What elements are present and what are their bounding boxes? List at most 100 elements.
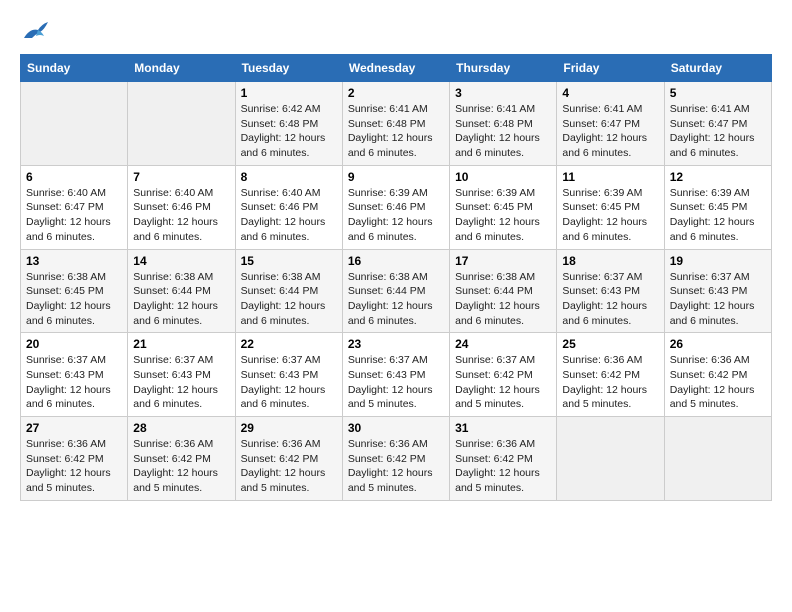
day-number: 20 — [26, 337, 122, 351]
day-info: Sunrise: 6:41 AM Sunset: 6:48 PM Dayligh… — [455, 102, 551, 161]
calendar-header-row: SundayMondayTuesdayWednesdayThursdayFrid… — [21, 55, 772, 82]
calendar-week-3: 13Sunrise: 6:38 AM Sunset: 6:45 PM Dayli… — [21, 249, 772, 333]
day-number: 5 — [670, 86, 766, 100]
col-header-thursday: Thursday — [450, 55, 557, 82]
header — [20, 20, 772, 38]
calendar-cell — [664, 417, 771, 501]
calendar-cell: 19Sunrise: 6:37 AM Sunset: 6:43 PM Dayli… — [664, 249, 771, 333]
calendar-cell — [557, 417, 664, 501]
calendar-week-1: 1 Sunrise: 6:42 AM Sunset: 6:48 PM Daylig… — [21, 82, 772, 166]
day-info: Sunrise: 6:40 AM Sunset: 6:46 PM Dayligh… — [133, 186, 229, 245]
day-number: 9 — [348, 170, 444, 184]
col-header-saturday: Saturday — [664, 55, 771, 82]
calendar-cell: 11 Sunrise: 6:39 AM Sunset: 6:45 PM Dayli… — [557, 165, 664, 249]
day-number: 8 — [241, 170, 337, 184]
calendar-cell: 15Sunrise: 6:38 AM Sunset: 6:44 PM Dayli… — [235, 249, 342, 333]
day-number: 4 — [562, 86, 658, 100]
logo — [20, 20, 50, 38]
day-info: Sunrise: 6:39 AM Sunset: 6:45 PM Dayligh… — [670, 186, 766, 245]
day-number: 22 — [241, 337, 337, 351]
calendar-week-4: 20 Sunrise: 6:37 AM Sunset: 6:43 PM Dayli… — [21, 333, 772, 417]
calendar-cell: 23 Sunrise: 6:37 AM Sunset: 6:43 PM Dayli… — [342, 333, 449, 417]
day-number: 28 — [133, 421, 229, 435]
calendar-cell: 20 Sunrise: 6:37 AM Sunset: 6:43 PM Dayli… — [21, 333, 128, 417]
day-info: Sunrise: 6:40 AM Sunset: 6:47 PM Dayligh… — [26, 186, 122, 245]
calendar-cell: 24 Sunrise: 6:37 AM Sunset: 6:42 PM Dayli… — [450, 333, 557, 417]
calendar-cell: 16Sunrise: 6:38 AM Sunset: 6:44 PM Dayli… — [342, 249, 449, 333]
day-info: Sunrise: 6:36 AM Sunset: 6:42 PM Dayligh… — [26, 437, 122, 496]
calendar-table: SundayMondayTuesdayWednesdayThursdayFrid… — [20, 54, 772, 501]
calendar-cell: 3 Sunrise: 6:41 AM Sunset: 6:48 PM Daylig… — [450, 82, 557, 166]
calendar-week-2: 6 Sunrise: 6:40 AM Sunset: 6:47 PM Daylig… — [21, 165, 772, 249]
day-number: 7 — [133, 170, 229, 184]
calendar-cell: 13Sunrise: 6:38 AM Sunset: 6:45 PM Dayli… — [21, 249, 128, 333]
day-info: Sunrise: 6:37 AM Sunset: 6:43 PM Dayligh… — [670, 270, 766, 329]
calendar-cell: 9 Sunrise: 6:39 AM Sunset: 6:46 PM Daylig… — [342, 165, 449, 249]
day-info: Sunrise: 6:36 AM Sunset: 6:42 PM Dayligh… — [670, 353, 766, 412]
day-number: 13 — [26, 254, 122, 268]
day-info: Sunrise: 6:37 AM Sunset: 6:43 PM Dayligh… — [562, 270, 658, 329]
col-header-tuesday: Tuesday — [235, 55, 342, 82]
calendar-cell: 28 Sunrise: 6:36 AM Sunset: 6:42 PM Dayli… — [128, 417, 235, 501]
day-number: 24 — [455, 337, 551, 351]
day-info: Sunrise: 6:37 AM Sunset: 6:43 PM Dayligh… — [348, 353, 444, 412]
calendar-cell: 25Sunrise: 6:36 AM Sunset: 6:42 PM Dayli… — [557, 333, 664, 417]
day-number: 3 — [455, 86, 551, 100]
day-number: 6 — [26, 170, 122, 184]
calendar-cell: 18 Sunrise: 6:37 AM Sunset: 6:43 PM Dayli… — [557, 249, 664, 333]
day-info: Sunrise: 6:37 AM Sunset: 6:43 PM Dayligh… — [241, 353, 337, 412]
calendar-cell: 21Sunrise: 6:37 AM Sunset: 6:43 PM Dayli… — [128, 333, 235, 417]
day-number: 16 — [348, 254, 444, 268]
day-number: 30 — [348, 421, 444, 435]
calendar-cell: 7 Sunrise: 6:40 AM Sunset: 6:46 PM Daylig… — [128, 165, 235, 249]
calendar-cell: 14 Sunrise: 6:38 AM Sunset: 6:44 PM Dayli… — [128, 249, 235, 333]
calendar-cell: 8 Sunrise: 6:40 AM Sunset: 6:46 PM Daylig… — [235, 165, 342, 249]
day-number: 1 — [241, 86, 337, 100]
day-number: 14 — [133, 254, 229, 268]
day-info: Sunrise: 6:36 AM Sunset: 6:42 PM Dayligh… — [455, 437, 551, 496]
day-number: 10 — [455, 170, 551, 184]
day-number: 2 — [348, 86, 444, 100]
calendar-cell — [21, 82, 128, 166]
col-header-friday: Friday — [557, 55, 664, 82]
day-info: Sunrise: 6:39 AM Sunset: 6:45 PM Dayligh… — [455, 186, 551, 245]
day-number: 26 — [670, 337, 766, 351]
calendar-cell — [128, 82, 235, 166]
day-info: Sunrise: 6:36 AM Sunset: 6:42 PM Dayligh… — [348, 437, 444, 496]
day-info: Sunrise: 6:39 AM Sunset: 6:46 PM Dayligh… — [348, 186, 444, 245]
calendar-cell: 5Sunrise: 6:41 AM Sunset: 6:47 PM Daylig… — [664, 82, 771, 166]
calendar-cell: 4 Sunrise: 6:41 AM Sunset: 6:47 PM Daylig… — [557, 82, 664, 166]
col-header-sunday: Sunday — [21, 55, 128, 82]
day-info: Sunrise: 6:41 AM Sunset: 6:47 PM Dayligh… — [562, 102, 658, 161]
day-info: Sunrise: 6:37 AM Sunset: 6:43 PM Dayligh… — [26, 353, 122, 412]
day-info: Sunrise: 6:37 AM Sunset: 6:42 PM Dayligh… — [455, 353, 551, 412]
day-info: Sunrise: 6:38 AM Sunset: 6:44 PM Dayligh… — [241, 270, 337, 329]
day-info: Sunrise: 6:39 AM Sunset: 6:45 PM Dayligh… — [562, 186, 658, 245]
calendar-cell: 22 Sunrise: 6:37 AM Sunset: 6:43 PM Dayli… — [235, 333, 342, 417]
day-info: Sunrise: 6:36 AM Sunset: 6:42 PM Dayligh… — [241, 437, 337, 496]
day-info: Sunrise: 6:37 AM Sunset: 6:43 PM Dayligh… — [133, 353, 229, 412]
calendar-cell: 30 Sunrise: 6:36 AM Sunset: 6:42 PM Dayli… — [342, 417, 449, 501]
calendar-week-5: 27 Sunrise: 6:36 AM Sunset: 6:42 PM Dayli… — [21, 417, 772, 501]
calendar-cell: 1 Sunrise: 6:42 AM Sunset: 6:48 PM Daylig… — [235, 82, 342, 166]
calendar-cell: 27 Sunrise: 6:36 AM Sunset: 6:42 PM Dayli… — [21, 417, 128, 501]
calendar-cell: 17Sunrise: 6:38 AM Sunset: 6:44 PM Dayli… — [450, 249, 557, 333]
day-number: 18 — [562, 254, 658, 268]
day-info: Sunrise: 6:36 AM Sunset: 6:42 PM Dayligh… — [133, 437, 229, 496]
day-info: Sunrise: 6:40 AM Sunset: 6:46 PM Dayligh… — [241, 186, 337, 245]
calendar-cell: 29 Sunrise: 6:36 AM Sunset: 6:42 PM Dayli… — [235, 417, 342, 501]
day-info: Sunrise: 6:41 AM Sunset: 6:48 PM Dayligh… — [348, 102, 444, 161]
day-number: 27 — [26, 421, 122, 435]
day-info: Sunrise: 6:36 AM Sunset: 6:42 PM Dayligh… — [562, 353, 658, 412]
calendar-cell: 12Sunrise: 6:39 AM Sunset: 6:45 PM Dayli… — [664, 165, 771, 249]
calendar-cell: 31Sunrise: 6:36 AM Sunset: 6:42 PM Dayli… — [450, 417, 557, 501]
day-number: 11 — [562, 170, 658, 184]
logo-bird-icon — [22, 20, 50, 42]
day-info: Sunrise: 6:38 AM Sunset: 6:44 PM Dayligh… — [455, 270, 551, 329]
day-info: Sunrise: 6:38 AM Sunset: 6:44 PM Dayligh… — [133, 270, 229, 329]
col-header-wednesday: Wednesday — [342, 55, 449, 82]
day-number: 29 — [241, 421, 337, 435]
day-info: Sunrise: 6:42 AM Sunset: 6:48 PM Dayligh… — [241, 102, 337, 161]
day-number: 23 — [348, 337, 444, 351]
calendar-cell: 10 Sunrise: 6:39 AM Sunset: 6:45 PM Dayli… — [450, 165, 557, 249]
